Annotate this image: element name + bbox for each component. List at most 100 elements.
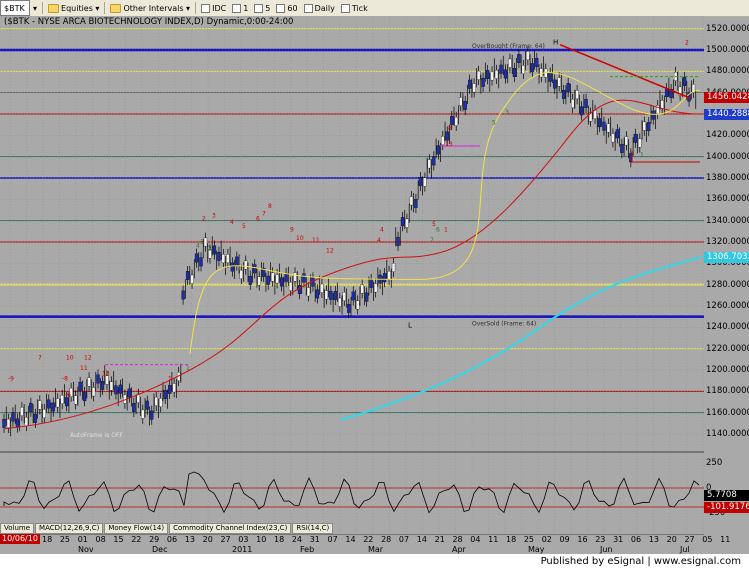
count-label: -8 — [62, 376, 68, 383]
price-bar-body — [620, 144, 624, 153]
date-tick-label: 29 — [149, 535, 160, 544]
date-tick-label: 03 — [238, 535, 249, 544]
price-bar-body — [642, 121, 646, 131]
interval-label: 1 — [243, 3, 249, 13]
dropdown-arrow-icon[interactable]: ▾ — [30, 1, 40, 15]
idc-button[interactable]: IDC — [198, 1, 229, 15]
count-label: 2 — [202, 216, 206, 223]
chart-title: ($BTK - NYSE ARCA BIOTECHNOLOGY INDEX,D)… — [4, 17, 294, 27]
price-bar-body — [109, 381, 114, 391]
price-bar-body — [427, 159, 432, 169]
price-bar-body — [29, 402, 33, 412]
date-tick-label: 08 — [95, 535, 106, 544]
folder-icon — [110, 3, 122, 13]
date-tick-label: 06 — [166, 535, 178, 544]
price-bar-body — [96, 374, 100, 384]
price-bar-body — [611, 133, 615, 143]
symbol-box[interactable]: $BTK — [0, 0, 30, 16]
price-bar-body — [181, 290, 185, 300]
price-bar-body — [400, 217, 405, 227]
count-label: 1 — [168, 376, 172, 383]
price-bar-body — [476, 70, 481, 80]
date-tick-label: 11 — [720, 535, 731, 544]
interval-60-button[interactable]: 60 — [273, 1, 300, 15]
price-bar-body — [539, 68, 543, 78]
price-bar-body — [266, 275, 270, 285]
price-bar-body — [485, 70, 490, 80]
price-bar-body — [194, 253, 199, 263]
price-bar-body — [638, 138, 642, 148]
price-axis-label: 1260.0000 — [706, 301, 749, 311]
publisher-text: Published by eSignal | www.esignal.com — [540, 556, 741, 567]
equities-label: Equities — [61, 3, 93, 13]
toolbar-separator — [42, 2, 44, 14]
price-bar-body — [557, 77, 561, 87]
count-label: 9 — [290, 226, 294, 233]
date-tick-label: 27 — [684, 535, 695, 544]
date-tick-label: 13 — [648, 535, 659, 544]
date-tick-label: 07 — [398, 535, 410, 544]
date-tick-label: 25 — [59, 535, 71, 544]
price-axis-label: 1480.0000 — [706, 66, 749, 77]
count-label: 1 — [444, 226, 448, 233]
price-bar-body — [230, 262, 234, 272]
price-bar-body — [575, 90, 579, 100]
date-tick-label: 21 — [434, 535, 445, 544]
count-label: 13 — [445, 141, 453, 148]
study-tab[interactable]: Volume — [0, 523, 35, 534]
interval-1-button[interactable]: 1 — [229, 1, 251, 15]
count-label: 13 — [102, 370, 110, 377]
study-tab[interactable]: MACD(12,26,9,C) — [35, 523, 104, 534]
count-label: 5 — [242, 223, 246, 230]
price-tag: 1306.7033 — [704, 251, 749, 263]
interval-tick-button[interactable]: Tick — [338, 1, 371, 15]
date-tick-label: 31 — [613, 535, 624, 544]
price-bar-body — [168, 384, 172, 394]
price-bar-body — [235, 256, 239, 266]
date-tick-label: 20 — [202, 535, 213, 544]
price-bar-body — [82, 392, 87, 402]
other-intervals-button[interactable]: Other Intervals ▾ — [107, 1, 193, 15]
equities-button[interactable]: Equities ▾ — [45, 1, 102, 15]
price-bar-body — [602, 121, 606, 131]
price-bar-body — [566, 83, 570, 92]
count-label: -6 — [65, 392, 71, 399]
study-tab[interactable]: Commodity Channel Index(23,C) — [169, 523, 292, 534]
high-marker: H — [553, 39, 558, 47]
interval-label: 5 — [265, 3, 271, 13]
price-bar-body — [432, 156, 436, 166]
price-bar-body — [548, 72, 552, 82]
esignal-chart-window: $BTK ▾ Equities ▾ Other Intervals ▾ IDC … — [0, 0, 749, 570]
interval-daily-button[interactable]: Daily — [301, 1, 338, 15]
month-label: 2011 — [232, 545, 253, 554]
price-bar-body — [584, 98, 588, 108]
price-bar-body — [2, 418, 6, 428]
date-tick-label: 27 — [220, 535, 231, 544]
price-bar-body — [369, 279, 373, 288]
price-bar-body — [163, 390, 167, 399]
count-label: 7 — [38, 354, 42, 361]
price-bar-body — [494, 70, 499, 79]
price-axis-label: 1220.0000 — [706, 343, 749, 354]
interval-label: Tick — [351, 3, 368, 13]
price-tag: 1440.2888 — [704, 109, 749, 120]
price-bar-body — [172, 383, 176, 393]
study-tab[interactable]: Money Flow(14) — [104, 523, 169, 534]
price-bar-body — [503, 69, 508, 79]
price-bar-body — [624, 136, 629, 146]
count-label: 8 — [268, 203, 272, 210]
symbol-text: $BTK — [4, 3, 25, 13]
indicator-value-tag: 5.7708 — [704, 490, 749, 501]
price-bar-body — [118, 384, 123, 394]
price-bar-body — [6, 418, 11, 428]
price-bar-body — [275, 274, 279, 284]
price-bar-body — [373, 283, 378, 293]
interval-5-button[interactable]: 5 — [251, 1, 273, 15]
price-axis-label: 1140.0000 — [706, 429, 749, 439]
interval-icon — [254, 3, 264, 13]
price-bar-body — [387, 271, 391, 280]
study-tab[interactable]: RSI(14,C) — [292, 523, 334, 534]
price-bar-body — [203, 237, 208, 247]
chart-canvas[interactable]: OverBought (Frame: 64) OverSold (Frame: 6… — [0, 16, 704, 554]
price-bar-body — [42, 409, 46, 419]
